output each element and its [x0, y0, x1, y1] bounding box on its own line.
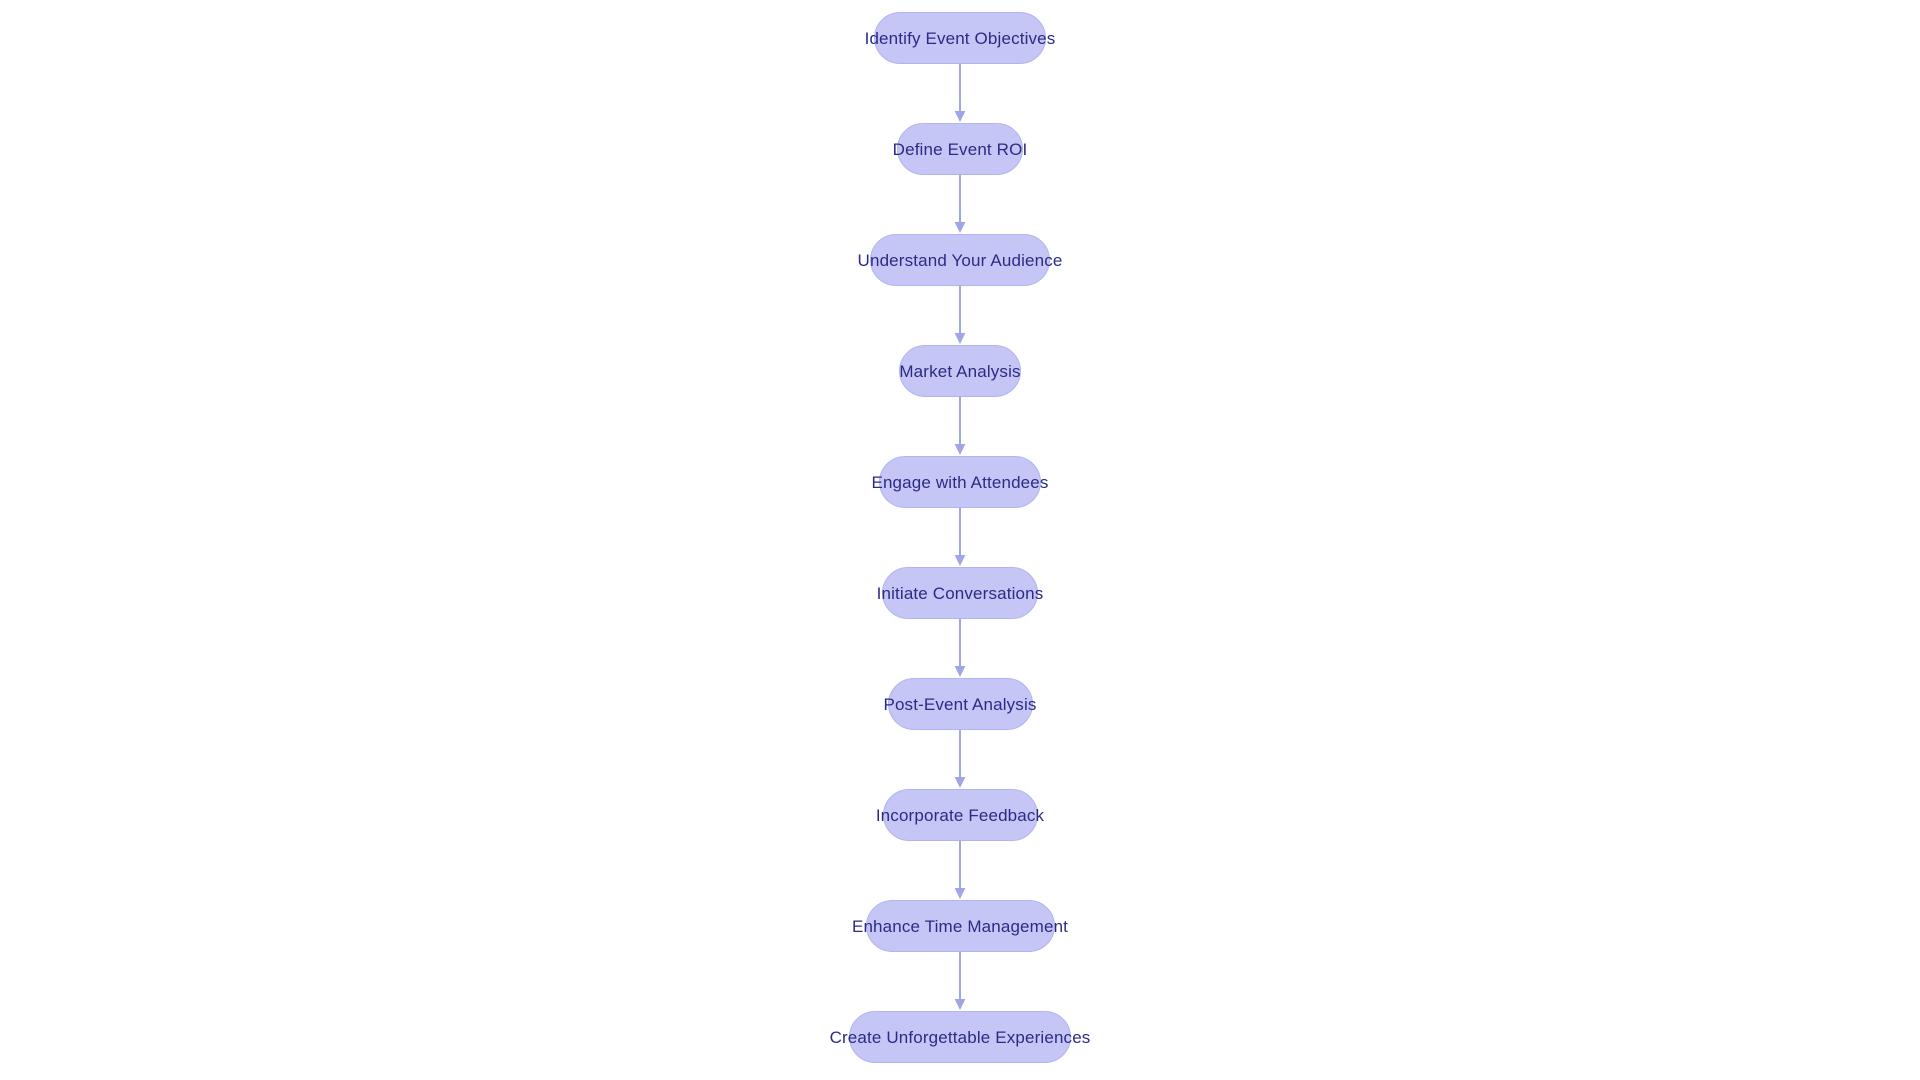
flow-node-label: Incorporate Feedback: [875, 805, 1045, 825]
flow-node-create-unforgettable-experiences[interactable]: Create Unforgettable Experiences: [830, 1011, 1090, 1063]
flow-node-label: Market Analysis: [899, 361, 1021, 381]
flow-arrow-n1-n2: [954, 64, 966, 122]
flow-arrow-n9-n10: [954, 952, 966, 1010]
flow-arrow-n3-n4: [954, 286, 966, 344]
flow-arrow-n7-n8: [954, 730, 966, 788]
flow-node-label: Understand Your Audience: [857, 250, 1063, 270]
flow-node-post-event-analysis[interactable]: Post-Event Analysis: [883, 678, 1036, 730]
flow-arrow-n2-n3: [954, 175, 966, 233]
flow-arrow-n5-n6: [954, 508, 966, 566]
flow-node-label: Identify Event Objectives: [864, 28, 1056, 48]
flow-node-label: Enhance Time Management: [851, 916, 1069, 936]
flow-node-incorporate-feedback[interactable]: Incorporate Feedback: [876, 789, 1044, 841]
flow-node-label: Engage with Attendees: [871, 472, 1049, 492]
flow-node-enhance-time-management[interactable]: Enhance Time Management: [852, 900, 1068, 952]
flow-arrow-n6-n7: [954, 619, 966, 677]
flow-node-identify-event-objectives[interactable]: Identify Event Objectives: [865, 12, 1055, 64]
flow-node-understand-your-audience[interactable]: Understand Your Audience: [858, 234, 1062, 286]
flow-node-label: Create Unforgettable Experiences: [829, 1027, 1091, 1047]
flowchart-node-column: Identify Event Objectives Define Event R…: [0, 0, 1920, 1080]
flow-arrow-n4-n5: [954, 397, 966, 455]
flow-arrow-n8-n9: [954, 841, 966, 899]
flow-node-engage-with-attendees[interactable]: Engage with Attendees: [871, 456, 1048, 508]
flowchart-canvas: Identify Event Objectives Define Event R…: [0, 0, 1920, 1080]
flow-node-initiate-conversations[interactable]: Initiate Conversations: [877, 567, 1043, 619]
flow-node-label: Post-Event Analysis: [883, 694, 1037, 714]
flow-node-label: Initiate Conversations: [876, 583, 1044, 603]
flow-node-market-analysis[interactable]: Market Analysis: [899, 345, 1021, 397]
flow-node-define-event-roi[interactable]: Define Event ROI: [893, 123, 1027, 175]
flow-node-label: Define Event ROI: [892, 139, 1028, 159]
